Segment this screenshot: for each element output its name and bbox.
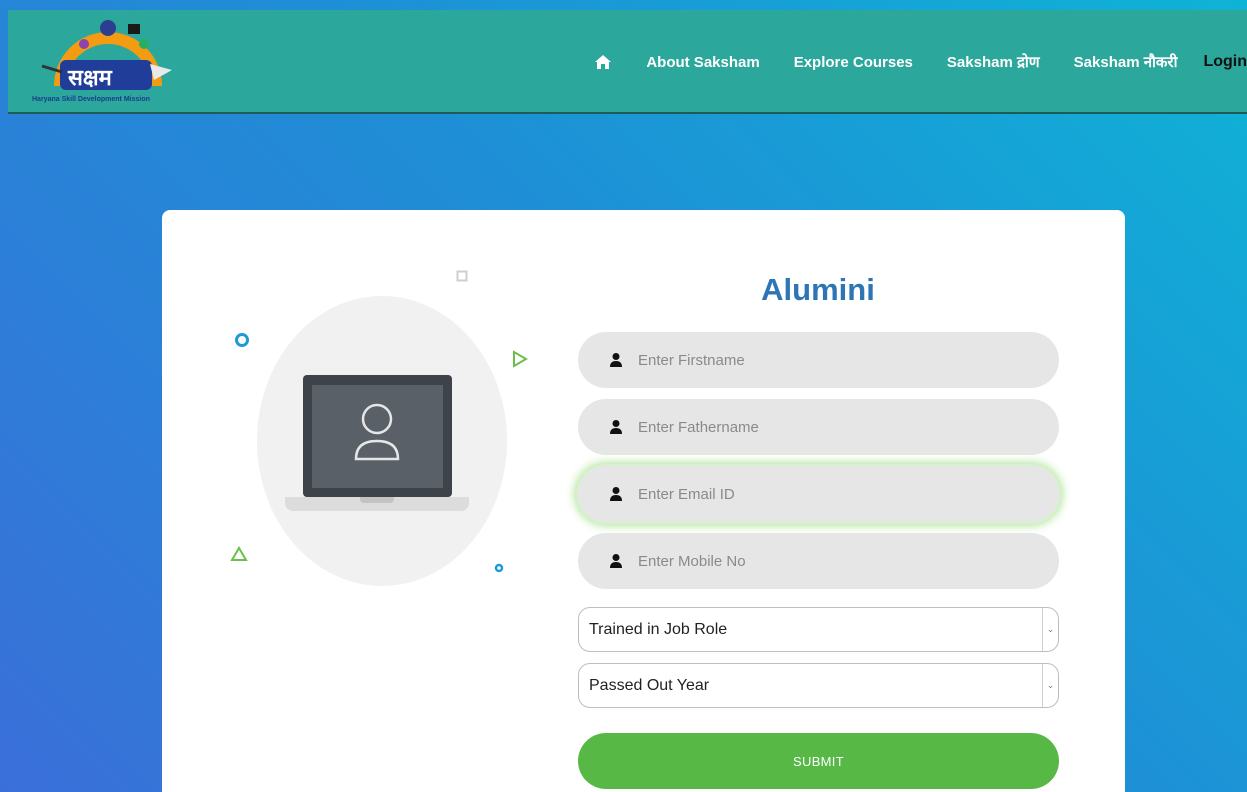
user-icon bbox=[610, 353, 622, 367]
laptop-icon bbox=[303, 375, 452, 497]
main-nav: About Saksham Explore Courses Saksham द्… bbox=[594, 10, 1247, 114]
laptop-notch bbox=[360, 497, 394, 503]
email-input[interactable] bbox=[638, 479, 1018, 509]
submit-button[interactable]: SUBMIT bbox=[578, 733, 1059, 789]
user-icon bbox=[610, 554, 622, 568]
fathername-field-wrapper bbox=[578, 399, 1059, 455]
nav-saksham-naukri[interactable]: Saksham नौकरी bbox=[1074, 52, 1178, 72]
email-field-wrapper bbox=[578, 466, 1059, 522]
site-header: सक्षम Haryana Skill Development Mission … bbox=[8, 10, 1247, 114]
nav-explore-courses[interactable]: Explore Courses bbox=[794, 54, 913, 71]
saksham-logo[interactable]: सक्षम Haryana Skill Development Mission bbox=[32, 14, 182, 106]
small-circle-shape-icon bbox=[494, 563, 504, 573]
passed-out-year-select[interactable]: Passed Out Year ⌄ bbox=[578, 663, 1059, 708]
firstname-input[interactable] bbox=[638, 345, 1018, 375]
job-role-select-value: Trained in Job Role bbox=[589, 620, 728, 638]
circle-shape-icon bbox=[235, 333, 249, 347]
mobile-input[interactable] bbox=[638, 546, 1018, 576]
form-title: Alumini bbox=[761, 272, 875, 307]
user-icon bbox=[610, 487, 622, 501]
chevron-down-icon[interactable]: ⌄ bbox=[1042, 664, 1058, 707]
passed-out-year-select-value: Passed Out Year bbox=[589, 676, 710, 694]
user-avatar-icon bbox=[354, 403, 400, 461]
nav-home[interactable] bbox=[594, 54, 612, 70]
logo-text: सक्षम bbox=[68, 66, 112, 91]
user-icon bbox=[610, 420, 622, 434]
logo-tagline: Haryana Skill Development Mission bbox=[32, 96, 150, 103]
nav-saksham-drona[interactable]: Saksham द्रोण bbox=[947, 52, 1040, 72]
mobile-field-wrapper bbox=[578, 533, 1059, 589]
triangle-right-shape-icon bbox=[513, 350, 528, 368]
nav-about-saksham[interactable]: About Saksham bbox=[646, 54, 759, 71]
alumni-card: Alumini Trained in Job Role ⌄ Passed Out… bbox=[162, 210, 1125, 792]
home-icon bbox=[595, 55, 612, 69]
triangle-up-shape-icon bbox=[230, 546, 248, 561]
firstname-field-wrapper bbox=[578, 332, 1059, 388]
square-shape-icon bbox=[456, 270, 468, 282]
job-role-select[interactable]: Trained in Job Role ⌄ bbox=[578, 607, 1059, 652]
laptop-screen bbox=[312, 385, 443, 488]
chevron-down-icon[interactable]: ⌄ bbox=[1042, 608, 1058, 651]
nav-login[interactable]: Login bbox=[1203, 53, 1247, 71]
fathername-input[interactable] bbox=[638, 412, 1018, 442]
